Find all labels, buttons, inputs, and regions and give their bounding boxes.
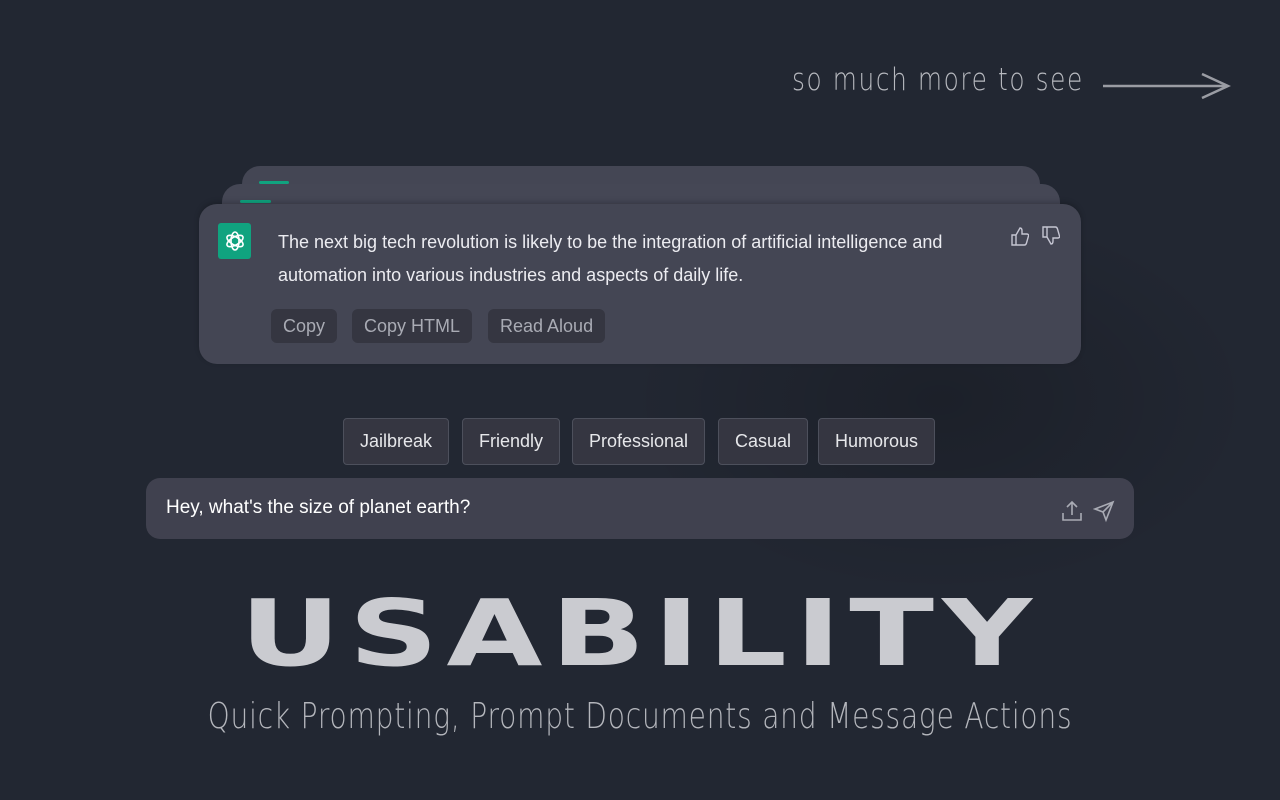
more-to-see-text: so much more to see [792, 62, 1084, 98]
copy-html-button[interactable]: Copy HTML [352, 309, 473, 343]
headline: USABILITY [239, 580, 1041, 687]
tone-casual-button[interactable]: Casual [718, 418, 809, 465]
accent-bar [240, 200, 271, 203]
send-icon[interactable] [1093, 499, 1115, 523]
message-text: The next big tech revolution is likely t… [278, 232, 943, 285]
tone-friendly-button[interactable]: Friendly [462, 418, 561, 465]
copy-button[interactable]: Copy [271, 309, 338, 343]
arrow-right-icon [1103, 72, 1231, 100]
tone-jailbreak-button[interactable]: Jailbreak [343, 418, 450, 465]
openai-logo-icon [218, 223, 251, 259]
thumbs-up-icon[interactable] [1011, 226, 1029, 246]
prompt-input-value: Hey, what's the size of planet earth? [166, 497, 471, 518]
upload-icon[interactable] [1061, 499, 1083, 523]
read-aloud-button[interactable]: Read Aloud [488, 309, 606, 343]
tone-humorous-button[interactable]: Humorous [818, 418, 936, 465]
tone-professional-button[interactable]: Professional [572, 418, 706, 465]
subheadline: Quick Prompting, Prompt Documents and Me… [207, 696, 1073, 737]
thumbs-down-icon[interactable] [1042, 226, 1060, 246]
prompt-input[interactable]: Hey, what's the size of planet earth? [146, 478, 1134, 539]
